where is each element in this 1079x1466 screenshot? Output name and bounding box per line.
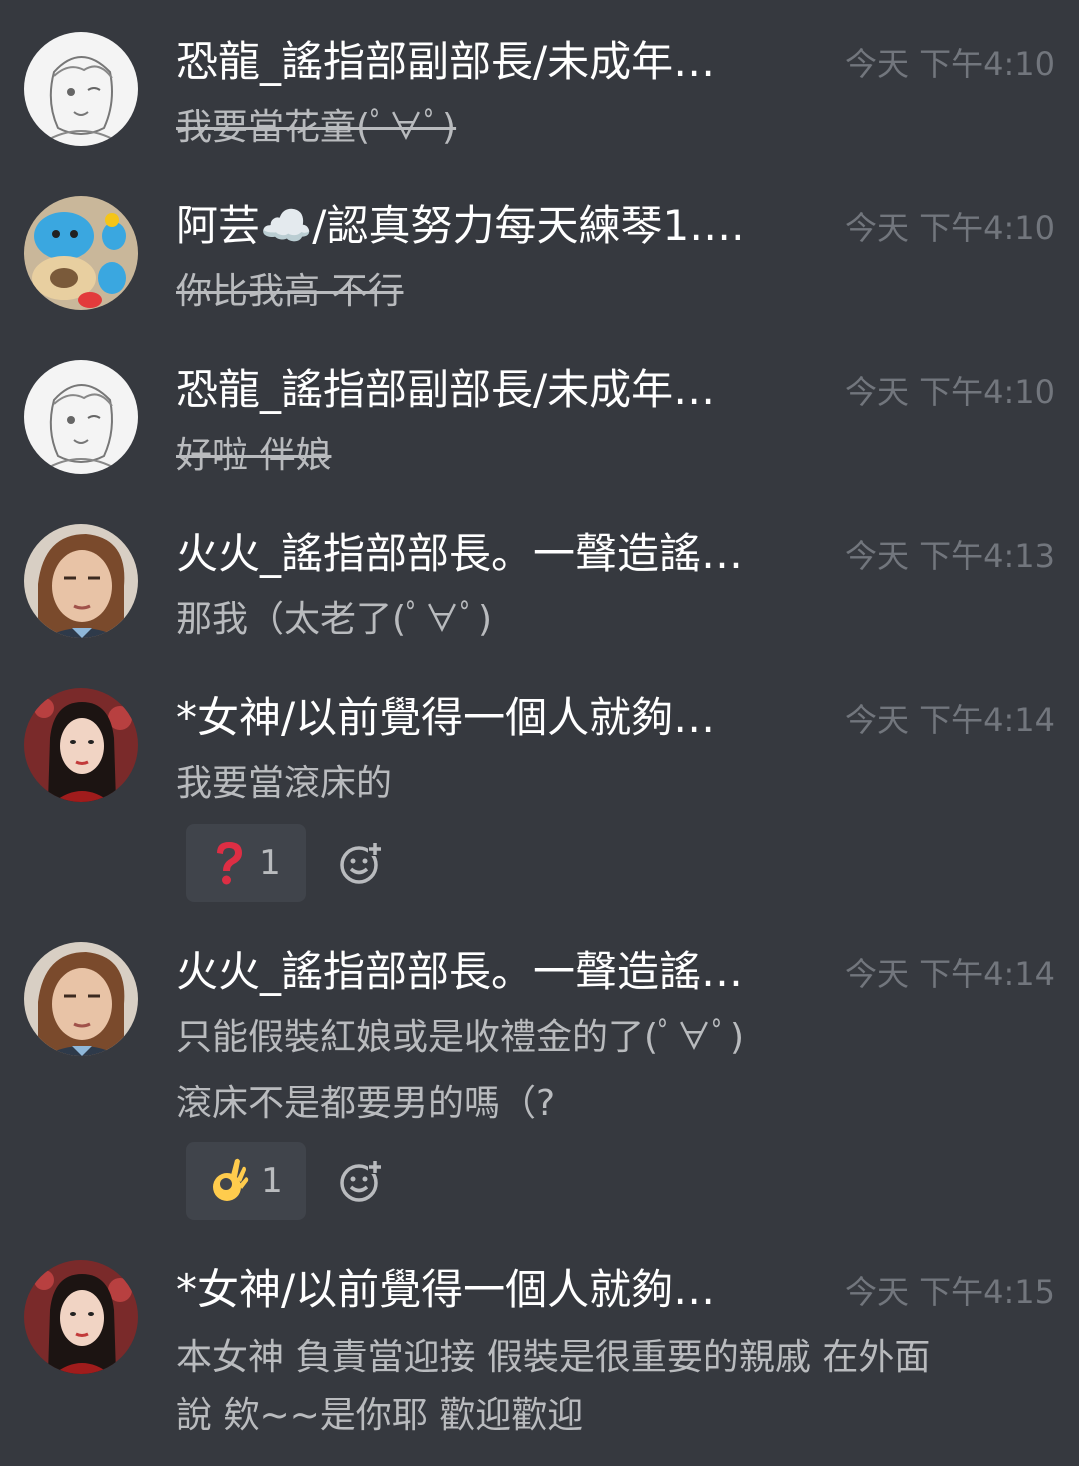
timestamp: 今天 下午4:13 [844, 537, 1055, 575]
timestamp: 今天 下午4:10 [844, 373, 1055, 411]
message-text: 你比我高 不行 [176, 271, 404, 312]
message-text: 只能假裝紅娘或是收禮金的了(ﾟ∀ﾟ) [176, 1017, 745, 1058]
avatar-goddess-user[interactable] [24, 688, 138, 802]
message-text: 本女神 負責當迎接 假裝是很重要的親戚 在外面 [176, 1337, 931, 1378]
username[interactable]: 火火_謠指部部長。一聲造謠… [176, 944, 816, 1000]
username[interactable]: 火火_謠指部部長。一聲造謠… [176, 526, 816, 582]
avatar-photo-user[interactable] [24, 942, 138, 1056]
timestamp: 今天 下午4:10 [844, 45, 1055, 83]
add-reaction-icon[interactable] [338, 840, 384, 886]
avatar-sketch-user[interactable] [24, 360, 138, 474]
timestamp: 今天 下午4:14 [844, 701, 1055, 739]
reaction-count: 1 [259, 843, 281, 883]
ok-hand-icon [213, 1158, 249, 1201]
reaction-question[interactable]: 1 [186, 824, 306, 902]
message-text: 好啦 伴娘 [176, 435, 332, 476]
chat-message-list: 恐龍_謠指部副部長/未成年… 今天 下午4:10 我要當花童(ﾟ∀ﾟ) 阿芸☁️… [0, 0, 1079, 1466]
avatar-goddess-user[interactable] [24, 1260, 138, 1374]
username[interactable]: 恐龍_謠指部副部長/未成年… [176, 34, 816, 90]
message-text: 我要當滾床的 [176, 763, 393, 804]
username[interactable]: 恐龍_謠指部副部長/未成年… [176, 362, 816, 418]
timestamp: 今天 下午4:10 [844, 209, 1055, 247]
message-text: 滾床不是都要男的嗎（? [176, 1083, 556, 1124]
avatar-sketch-user[interactable] [24, 32, 138, 146]
timestamp: 今天 下午4:15 [844, 1273, 1055, 1311]
message-text: 那我（太老了(ﾟ∀ﾟ) [176, 599, 493, 640]
reaction-count: 1 [261, 1161, 283, 1201]
timestamp: 今天 下午4:14 [844, 955, 1055, 993]
avatar-photo-user[interactable] [24, 524, 138, 638]
red-question-mark-icon [217, 842, 243, 885]
add-reaction-icon[interactable] [338, 1158, 384, 1204]
username[interactable]: *女神/以前覺得一個人就夠… [176, 1262, 816, 1318]
message-text: 說 欸~~是你耶 歡迎歡迎 [176, 1395, 584, 1436]
avatar-plush-toys-user[interactable] [24, 196, 138, 310]
username[interactable]: *女神/以前覺得一個人就夠… [176, 690, 816, 746]
username[interactable]: 阿芸☁️/認真努力每天練琴1…. [176, 198, 816, 254]
message-text: 我要當花童(ﾟ∀ﾟ) [176, 107, 457, 148]
reaction-ok-hand[interactable]: 1 [186, 1142, 306, 1220]
